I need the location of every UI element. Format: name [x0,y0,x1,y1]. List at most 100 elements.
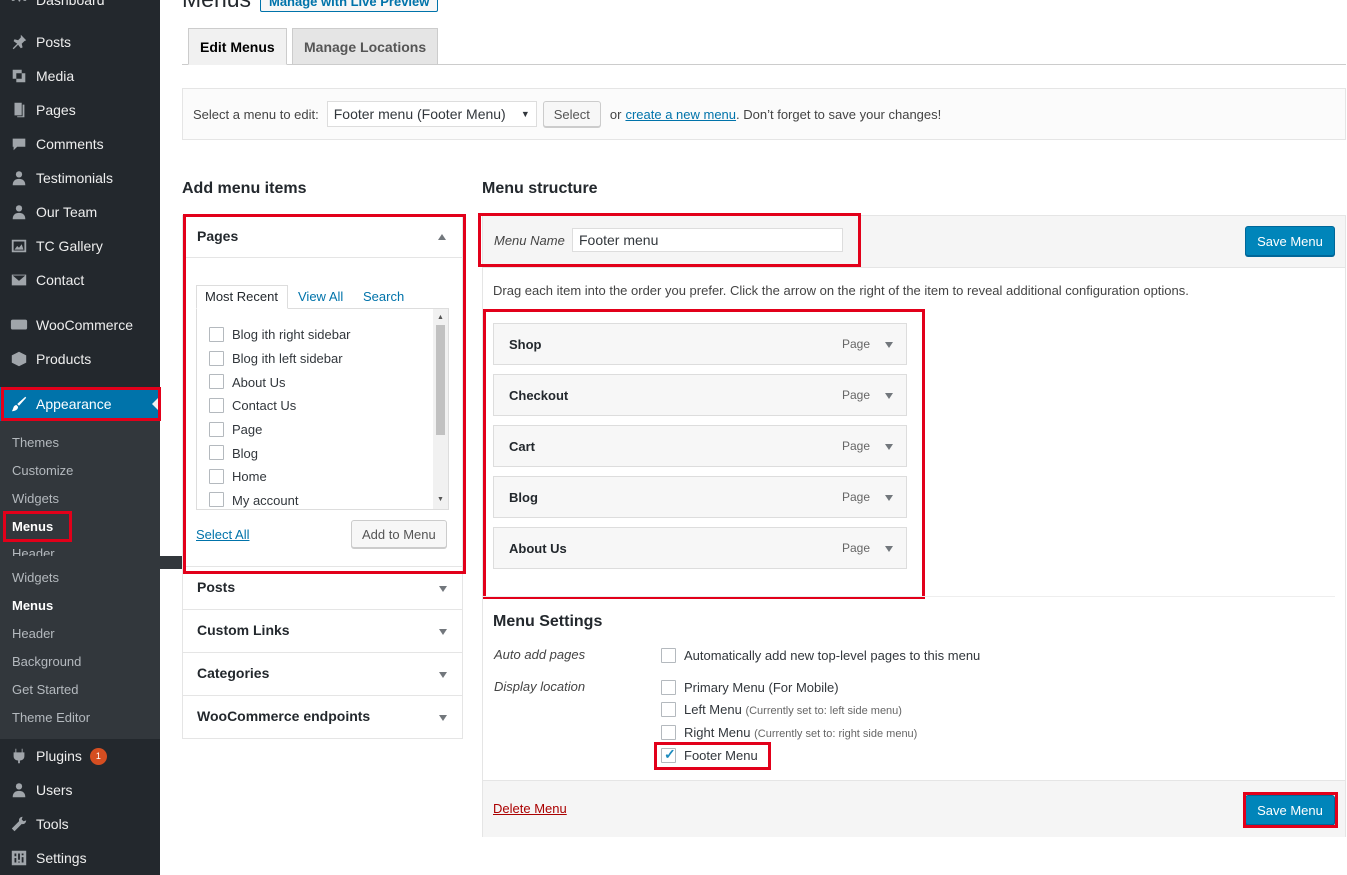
expand-arrow-icon[interactable] [439,672,447,678]
add-to-menu-button[interactable]: Add to Menu [351,520,447,548]
collapse-arrow-icon[interactable] [438,234,446,240]
sidebar-item-media[interactable]: Media [0,59,160,93]
sidebar-item-pages[interactable]: Pages [0,93,160,127]
sidebar-item-posts[interactable]: Posts [0,25,160,59]
sidebar-item-appearance[interactable]: Appearance [0,387,160,421]
flyout-widgets[interactable]: Widgets [12,570,59,585]
submenu-header[interactable]: Header [12,546,55,556]
location-footer-checkbox[interactable]: ✓ [661,746,676,763]
menu-settings-heading: Menu Settings [493,613,603,630]
page-checkbox-label: My account [232,493,299,508]
create-new-menu-link[interactable]: create a new menu [625,107,736,122]
expand-arrow-icon[interactable] [439,629,447,635]
expand-item-arrow-icon[interactable] [885,342,893,348]
sidebar-item-contact[interactable]: Contact [0,263,160,297]
wrench-icon [8,815,30,833]
sidebar-item-woocommerce[interactable]: WooCommerce [0,308,160,342]
tab-search[interactable]: Search [363,289,404,304]
tab-manage-locations[interactable]: Manage Locations [292,28,439,65]
sidebar-item-settings[interactable]: Settings [0,841,160,875]
page-checkbox[interactable] [209,398,224,413]
flyout-theme-editor[interactable]: Theme Editor [12,710,90,725]
auto-add-checkbox[interactable] [661,648,676,663]
settings-icon [8,849,30,867]
page-checkbox[interactable] [209,374,224,389]
categories-section-title[interactable]: Categories [197,665,269,681]
location-left-checkbox[interactable] [661,702,676,717]
expand-item-arrow-icon[interactable] [885,546,893,552]
page-checkbox[interactable] [209,445,224,460]
page-checkbox-label: Blog ith right sidebar [232,327,351,342]
menu-item-checkout[interactable]: Checkout Page [493,374,907,416]
location-right-checkbox[interactable] [661,725,676,740]
tab-view-all[interactable]: View All [298,289,343,304]
location-primary-checkbox[interactable] [661,680,676,695]
submenu-customize[interactable]: Customize [12,463,73,478]
pages-section-title[interactable]: Pages [197,228,238,244]
gallery-icon [8,237,30,255]
dashboard-icon [8,0,30,9]
page-checkbox[interactable] [209,469,224,484]
scroll-down-icon[interactable]: ▼ [437,496,444,503]
submenu-themes[interactable]: Themes [12,435,59,450]
menu-item-shop[interactable]: Shop Page [493,323,907,365]
save-menu-button-top[interactable]: Save Menu [1245,226,1335,256]
sidebar-item-dashboard[interactable]: Dashboard [0,0,160,17]
menu-item-cart[interactable]: Cart Page [493,425,907,467]
sidebar-item-our-team[interactable]: Our Team [0,195,160,229]
scroll-thumb[interactable] [436,325,445,435]
expand-item-arrow-icon[interactable] [885,444,893,450]
expand-arrow-icon[interactable] [439,715,447,721]
select-button[interactable]: Select [542,101,601,127]
live-preview-button[interactable]: Manage with Live Preview [260,0,439,12]
mail-icon [8,271,30,289]
expand-item-arrow-icon[interactable] [885,495,893,501]
page-checkbox[interactable] [209,327,224,342]
menu-item-about-us[interactable]: About Us Page [493,527,907,569]
sidebar-item-tc-gallery[interactable]: TC Gallery [0,229,160,263]
delete-menu-link[interactable]: Delete Menu [493,801,567,816]
select-all-link[interactable]: Select All [196,527,249,542]
flyout-get-started[interactable]: Get Started [12,682,78,697]
page-checkbox[interactable] [209,492,224,507]
sidebar-item-plugins[interactable]: Plugins 1 [0,739,160,773]
location-right-label: Right Menu (Currently set to: right side… [684,725,918,740]
location-footer-label: Footer Menu [684,748,758,763]
page-checkbox-label: Blog ith left sidebar [232,351,343,366]
tab-edit-menus[interactable]: Edit Menus [188,28,287,65]
woocommerce-icon [8,316,30,334]
page-checkbox[interactable] [209,422,224,437]
menu-select-dropdown[interactable]: Footer menu (Footer Menu) ▼ [326,101,537,127]
sidebar-item-comments[interactable]: Comments [0,127,160,161]
tab-most-recent[interactable]: Most Recent [205,289,278,304]
sidebar-item-tools[interactable]: Tools [0,807,160,841]
select-menu-label: Select a menu to edit: [193,106,319,122]
auto-add-text: Automatically add new top-level pages to… [684,648,981,663]
page-checkbox-label: Contact Us [232,398,297,413]
media-icon [8,67,30,85]
sidebar-item-testimonials[interactable]: Testimonials [0,161,160,195]
checkmark-icon: ✓ [664,746,676,762]
submenu-menus[interactable]: Menus [12,519,53,534]
expand-item-arrow-icon[interactable] [885,393,893,399]
woocommerce-endpoints-section-title[interactable]: WooCommerce endpoints [197,708,370,724]
submenu-widgets[interactable]: Widgets [12,491,59,506]
sidebar-item-products[interactable]: Products [0,342,160,376]
dropdown-arrow-icon: ▼ [520,109,530,119]
scroll-up-icon[interactable]: ▲ [437,314,444,321]
custom-links-section-title[interactable]: Custom Links [197,622,290,638]
scrollbar[interactable]: ▲ ▼ [433,309,448,509]
posts-section-title[interactable]: Posts [197,579,235,595]
save-menu-button-bottom[interactable]: Save Menu [1245,795,1335,825]
page-checkbox[interactable] [209,351,224,366]
menu-structure-footer [483,780,1345,837]
flyout-header[interactable]: Header [12,626,55,641]
flyout-menus[interactable]: Menus [12,598,53,613]
menu-item-blog[interactable]: Blog Page [493,476,907,518]
expand-arrow-icon[interactable] [439,586,447,592]
sidebar-item-users[interactable]: Users [0,773,160,807]
flyout-background[interactable]: Background [12,654,81,669]
plugins-update-badge: 1 [89,747,107,765]
page-checkbox-label: Page [232,422,263,437]
menu-name-input[interactable]: Footer menu [572,228,843,252]
